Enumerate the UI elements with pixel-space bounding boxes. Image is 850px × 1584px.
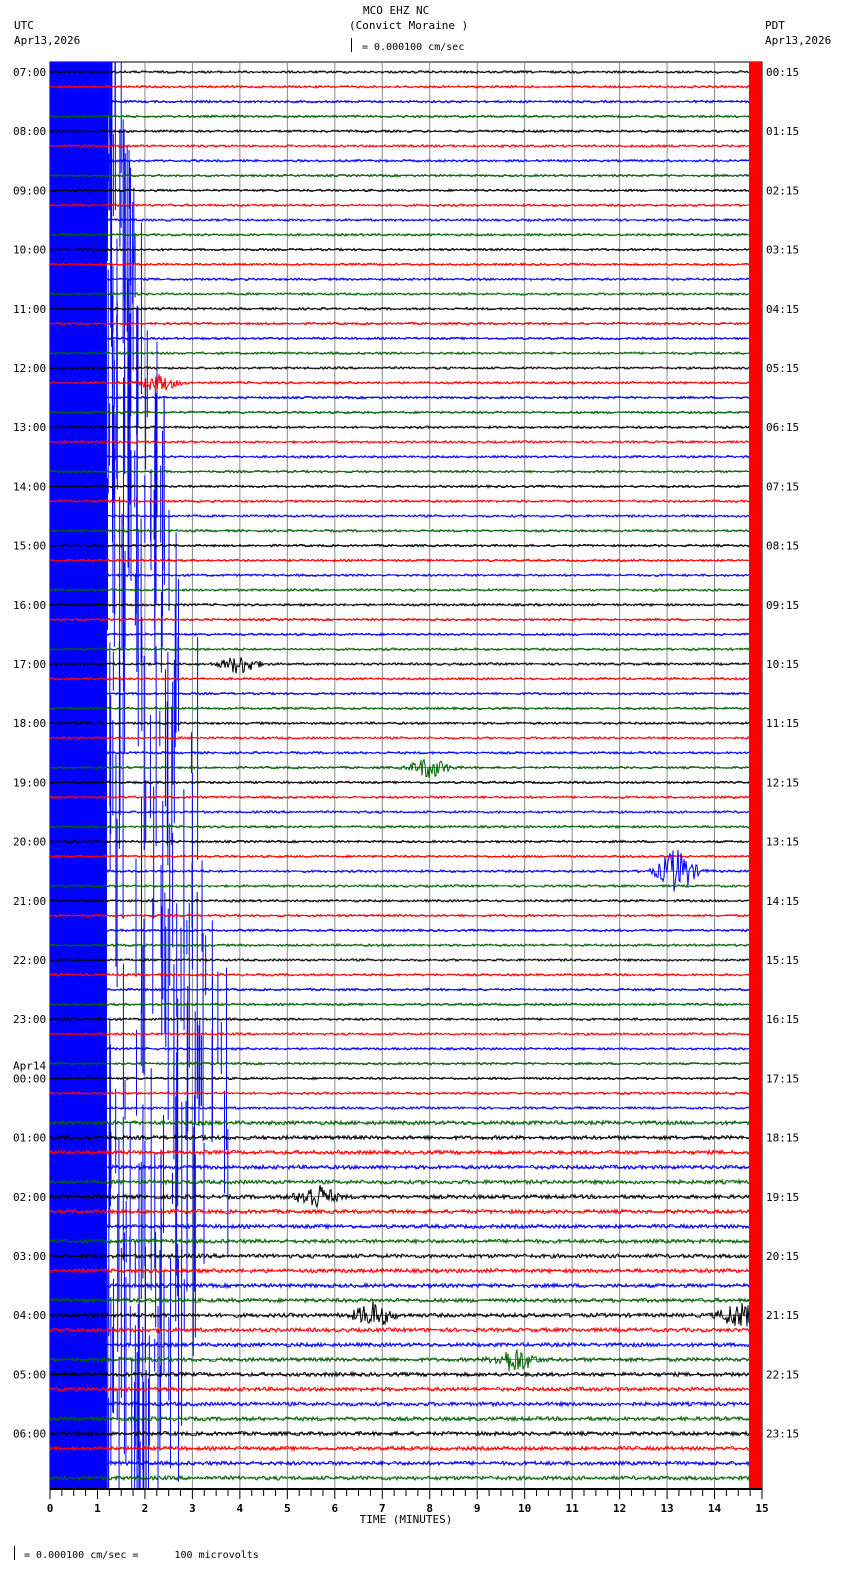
pdt-hour-label: 20:15 — [766, 1250, 799, 1263]
x-axis-label: TIME (MINUTES) — [360, 1513, 453, 1526]
utc-hour-label: 02:00 — [13, 1191, 46, 1204]
utc-hour-label: 01:00 — [13, 1132, 46, 1145]
utc-hour-label: 10:00 — [13, 244, 46, 257]
utc-hour-label: 05:00 — [13, 1368, 46, 1381]
pdt-hour-label: 19:15 — [766, 1191, 799, 1204]
pdt-hour-label: 23:15 — [766, 1428, 799, 1441]
clipped-signal-block — [749, 62, 762, 1489]
x-tick-label: 6 — [331, 1502, 338, 1515]
utc-hour-label: 19:00 — [13, 776, 46, 789]
pdt-hour-label: 17:15 — [766, 1072, 799, 1085]
trace-row — [49, 758, 750, 778]
x-tick-label: 12 — [613, 1502, 626, 1515]
utc-hour-label: 09:00 — [13, 184, 46, 197]
utc-hour-label: 08:00 — [13, 125, 46, 138]
utc-hour-label: 14:00 — [13, 480, 46, 493]
utc-hour-label: 03:00 — [13, 1250, 46, 1263]
pdt-hour-label: 11:15 — [766, 717, 799, 730]
date-change-label: Apr14 — [13, 1059, 46, 1072]
utc-hour-label: 21:00 — [13, 895, 46, 908]
pdt-hour-label: 15:15 — [766, 954, 799, 967]
utc-hour-label: 06:00 — [13, 1428, 46, 1441]
utc-hour-label: 18:00 — [13, 717, 46, 730]
pdt-hour-label: 16:15 — [766, 1013, 799, 1026]
x-tick-label: 5 — [284, 1502, 291, 1515]
pdt-hour-label: 05:15 — [766, 362, 799, 375]
pdt-hour-label: 18:15 — [766, 1132, 799, 1145]
pdt-hour-label: 09:15 — [766, 599, 799, 612]
pdt-hour-label: 06:15 — [766, 421, 799, 434]
utc-hour-label: 11:00 — [13, 303, 46, 316]
utc-hour-label: 04:00 — [13, 1309, 46, 1322]
x-tick-label: 13 — [660, 1502, 673, 1515]
x-tick-label: 14 — [708, 1502, 722, 1515]
pdt-hour-label: 13:15 — [766, 836, 799, 849]
trace-row — [49, 1301, 750, 1327]
pdt-hour-label: 02:15 — [766, 184, 799, 197]
saturated-signal-block — [50, 62, 107, 1489]
utc-hour-label: 07:00 — [13, 66, 46, 79]
footer-scale-bar-icon — [14, 1546, 15, 1560]
pdt-hour-label: 14:15 — [766, 895, 799, 908]
x-tick-label: 15 — [755, 1502, 768, 1515]
x-tick-label: 2 — [142, 1502, 149, 1515]
x-tick-label: 4 — [237, 1502, 244, 1515]
utc-hour-label: 22:00 — [13, 954, 46, 967]
utc-hour-label: 12:00 — [13, 362, 46, 375]
x-tick-label: 0 — [47, 1502, 54, 1515]
pdt-hour-label: 08:15 — [766, 540, 799, 553]
pdt-hour-label: 10:15 — [766, 658, 799, 671]
utc-hour-label: 20:00 — [13, 836, 46, 849]
x-tick-label: 11 — [566, 1502, 580, 1515]
pdt-hour-label: 04:15 — [766, 303, 799, 316]
utc-hour-label: 13:00 — [13, 421, 46, 434]
utc-hour-label: 17:00 — [13, 658, 46, 671]
plot-frame — [49, 61, 763, 1490]
pdt-hour-label: 12:15 — [766, 776, 799, 789]
helicorder-plot: 0 1 2 3 4 5 6 7 8 9 10 11 12 13 14 15TIME (MINUTES) 07:… — [13, 61, 799, 1526]
footer-scale-text: = 0.000100 cm/sec = 100 microvolts — [24, 1550, 259, 1561]
pdt-hour-label: 00:15 — [766, 66, 799, 79]
x-tick-label: 9 — [474, 1502, 481, 1515]
utc-hour-label: 16:00 — [13, 599, 46, 612]
pdt-hour-label: 01:15 — [766, 125, 799, 138]
x-tick-label: 1 — [94, 1502, 101, 1515]
pdt-hour-label: 03:15 — [766, 244, 799, 257]
pdt-hour-label: 21:15 — [766, 1309, 799, 1322]
pdt-hour-label: 22:15 — [766, 1368, 799, 1381]
utc-hour-label: 15:00 — [13, 540, 46, 553]
utc-hour-label: 23:00 — [13, 1013, 46, 1026]
x-tick-label: 10 — [518, 1502, 531, 1515]
utc-hour-label: 00:00 — [13, 1072, 46, 1085]
pdt-hour-label: 07:15 — [766, 480, 799, 493]
x-tick-label: 3 — [189, 1502, 196, 1515]
